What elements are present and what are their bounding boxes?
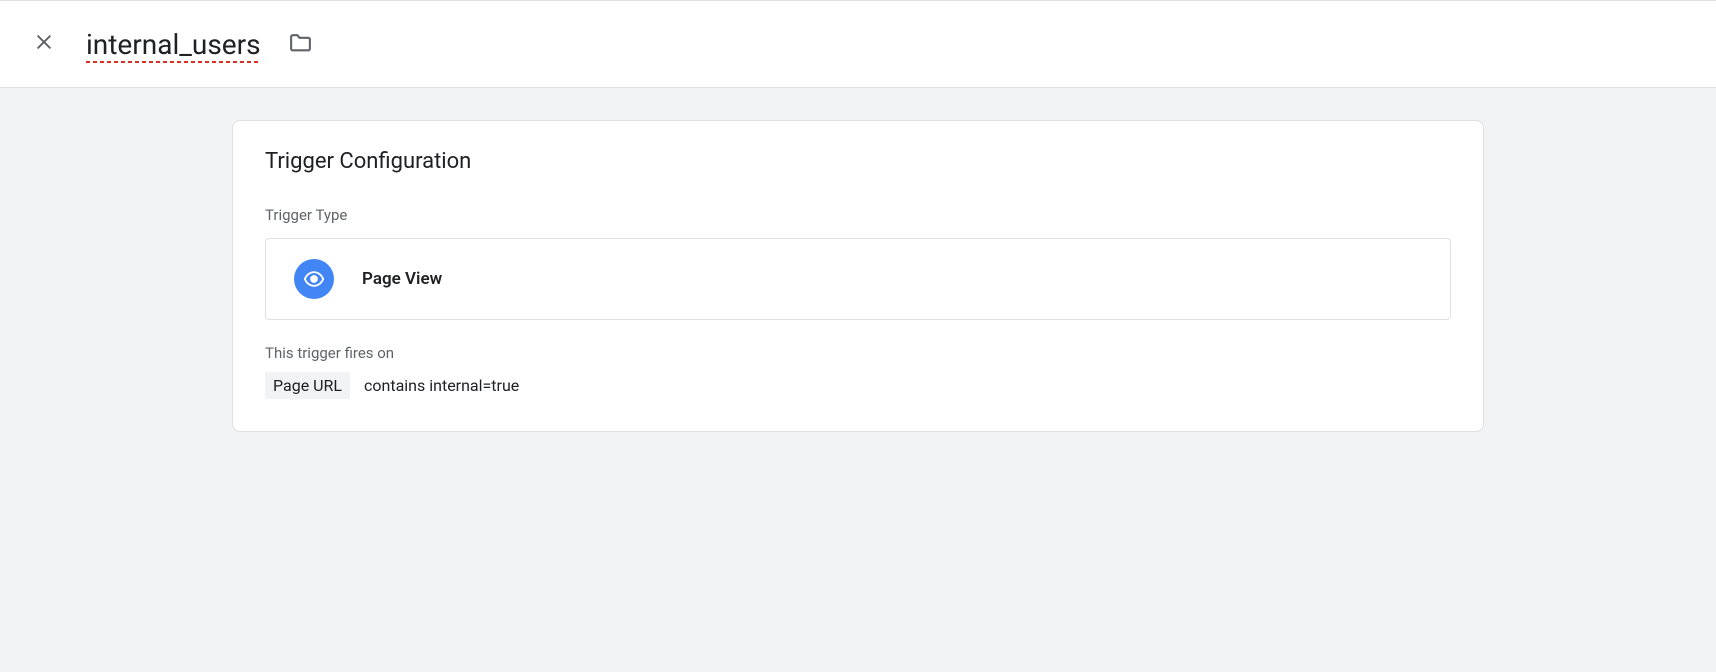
folder-button[interactable] <box>281 24 321 64</box>
trigger-config-card: Trigger Configuration Trigger Type Page … <box>232 120 1484 432</box>
close-button[interactable] <box>20 20 68 68</box>
trigger-type-label: Trigger Type <box>265 206 1451 224</box>
trigger-type-name: Page View <box>362 269 442 289</box>
condition-expression: contains internal=true <box>364 376 519 395</box>
trigger-title[interactable]: internal_users <box>86 28 261 61</box>
close-icon <box>34 32 54 56</box>
folder-icon <box>288 30 313 59</box>
card-title: Trigger Configuration <box>265 149 1451 174</box>
page-view-icon <box>294 259 334 299</box>
title-area[interactable]: internal_users <box>86 24 321 64</box>
trigger-type-row[interactable]: Page View <box>265 238 1451 320</box>
editor-header: internal_users <box>0 0 1716 88</box>
condition-row: Page URL contains internal=true <box>265 372 1451 399</box>
content-area: Trigger Configuration Trigger Type Page … <box>0 88 1716 464</box>
fires-on-label: This trigger fires on <box>265 344 1451 362</box>
condition-variable: Page URL <box>265 372 350 399</box>
